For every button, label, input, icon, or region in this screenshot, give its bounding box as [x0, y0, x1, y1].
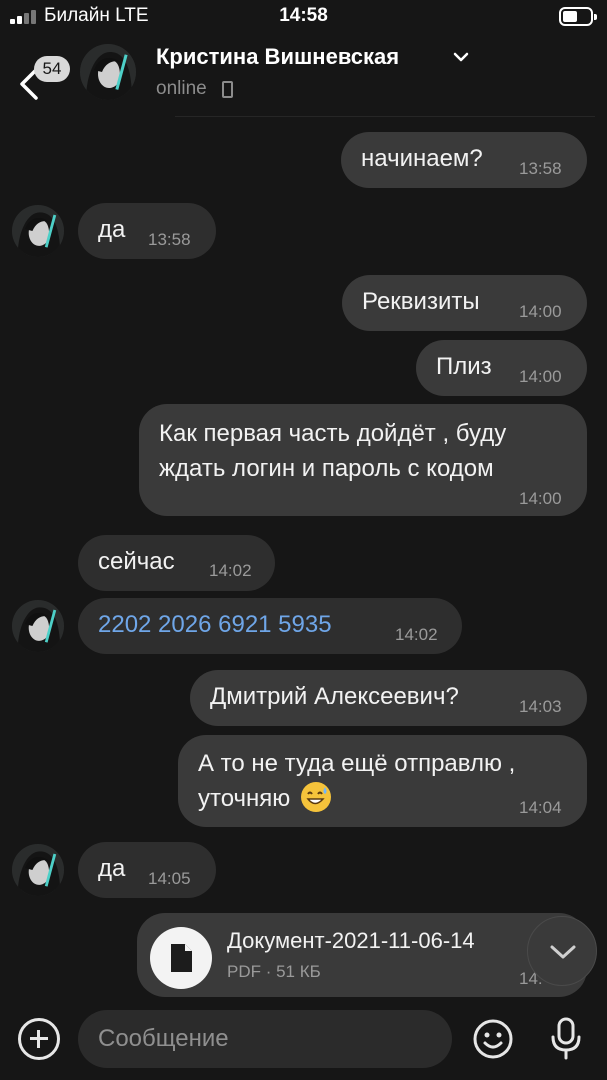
message-bubble-outgoing[interactable]: Реквизиты 14:00 — [342, 275, 587, 331]
message-input[interactable] — [78, 1010, 452, 1068]
message-text: да — [98, 216, 126, 243]
status-bar: Билайн LTE 14:58 — [0, 0, 607, 34]
status-time: 14:58 — [279, 5, 328, 26]
scroll-down-icon — [550, 945, 576, 959]
message-time: 14:02 — [395, 625, 438, 644]
message-text-line: ждать логин и пароль с кодом — [159, 455, 494, 482]
message-bubble-incoming[interactable]: да 14:05 — [78, 842, 216, 898]
file-icon — [171, 944, 192, 972]
message-text-line: Как первая часть дойдёт , буду — [159, 420, 507, 447]
file-open-button[interactable] — [150, 927, 212, 989]
contact-name[interactable]: Кристина Вишневская — [156, 44, 399, 70]
message-time: 14:03 — [519, 697, 562, 716]
message-time: 14:00 — [519, 367, 562, 386]
message-bubble-incoming[interactable]: да 13:58 — [78, 203, 216, 259]
avatar[interactable] — [12, 600, 64, 652]
message-bubble-outgoing[interactable]: Как первая часть дойдёт , буду ждать лог… — [139, 404, 587, 516]
message-time: 13:58 — [519, 159, 562, 178]
chat-header: 54 Кристина Вишневская online — [0, 34, 607, 118]
avatar[interactable] — [12, 844, 64, 896]
plus-icon[interactable] — [18, 1018, 60, 1060]
avatar[interactable] — [12, 205, 64, 257]
message-bubble-outgoing[interactable]: Дмитрий Алексеевич? 14:03 — [190, 670, 587, 726]
composer-bar — [0, 1000, 607, 1080]
file-meta: PDF · 51 КБ — [227, 962, 321, 981]
message-text-line-wrap: уточняю — [198, 782, 331, 815]
back-button[interactable]: 54 — [12, 44, 72, 104]
chevron-down-icon[interactable] — [452, 50, 470, 64]
message-time: 14:00 — [519, 302, 562, 321]
message-text: начинаем? — [361, 145, 483, 172]
chat-screen: Билайн LTE 14:58 54 Кристина Вишневская … — [0, 0, 607, 1080]
scroll-down-button[interactable] — [527, 916, 597, 986]
message-time: 14:00 — [519, 489, 562, 508]
card-number-link[interactable]: 2202 2026 6921 5935 — [98, 609, 332, 641]
header-divider — [175, 116, 595, 117]
message-text: Реквизиты — [362, 288, 480, 315]
phone-icon — [222, 81, 233, 98]
message-bubble-incoming[interactable]: сейчас 14:02 — [78, 535, 275, 591]
message-time: 14:02 — [209, 561, 252, 580]
sweat-smile-emoji — [300, 782, 331, 812]
message-bubble-incoming[interactable]: 2202 2026 6921 5935 14:02 — [78, 598, 462, 654]
message-text: Дмитрий Алексеевич? — [210, 683, 459, 710]
file-message[interactable]: Документ-2021-11-06-14 PDF · 51 КБ 14: — [137, 913, 587, 997]
microphone-icon[interactable] — [548, 1016, 584, 1062]
message-bubble-outgoing[interactable]: начинаем? 13:58 — [341, 132, 587, 188]
presence-status: online — [156, 78, 207, 99]
message-bubble-outgoing[interactable]: А то не туда ещё отправлю , уточняю 14:0… — [178, 735, 587, 827]
message-text: да — [98, 855, 126, 882]
file-name: Документ-2021-11-06-14 — [227, 928, 475, 953]
message-text: Плиз — [436, 353, 492, 380]
message-text-line: уточняю — [198, 785, 291, 812]
message-time: 14:05 — [148, 869, 191, 888]
message-text-line: А то не туда ещё отправлю , — [198, 750, 516, 777]
battery-icon — [559, 7, 597, 26]
avatar[interactable] — [80, 44, 136, 100]
message-time: 14:04 — [519, 798, 562, 817]
smile-icon[interactable] — [472, 1018, 514, 1060]
message-bubble-outgoing[interactable]: Плиз 14:00 — [416, 340, 587, 396]
unread-badge: 54 — [34, 56, 70, 82]
message-time: 13:58 — [148, 230, 191, 249]
avatar-image — [80, 44, 136, 100]
message-text: сейчас — [98, 548, 175, 575]
